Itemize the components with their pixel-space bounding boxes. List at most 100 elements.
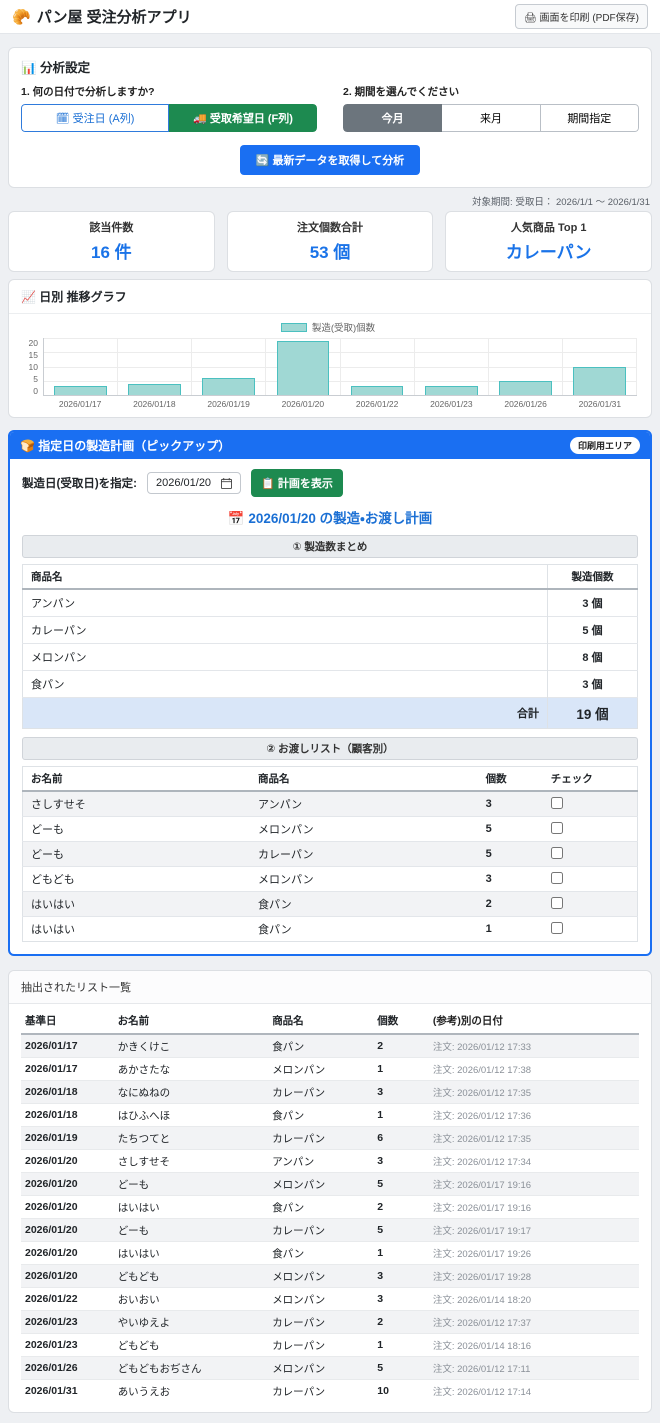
production-summary-table: 商品名 製造個数 アンパン 3 個 カレーパン 5 個 メロンパン 8 個 食パ… bbox=[22, 564, 638, 729]
handover-checkbox[interactable] bbox=[550, 796, 563, 809]
plan-date-value: 2026/01/20 bbox=[156, 477, 212, 489]
product-cell: メロンパン bbox=[250, 866, 478, 892]
product-cell: アンパン bbox=[250, 790, 478, 817]
customer-cell: はいはい bbox=[22, 916, 251, 942]
table-row: どーも カレーパン 5 bbox=[22, 841, 638, 867]
table-row: メロンパン 8 個 bbox=[22, 643, 638, 671]
summary-card-value: カレーパン bbox=[505, 243, 592, 262]
print-button-label: 画面を印刷 (PDF保存) bbox=[539, 13, 639, 24]
total-row: 合計 19 個 bbox=[22, 697, 638, 729]
bar-slot bbox=[341, 338, 415, 395]
table-row: 2026/01/31 あいうえお カレーパン 10 注文: 2026/01/12 17:… bbox=[21, 1379, 639, 1402]
qty-cell: 8 個 bbox=[547, 643, 638, 671]
chart-increasing-icon: 📈 bbox=[21, 290, 36, 304]
summary-card-top-product: 人気商品 Top 1 カレーパン bbox=[445, 211, 653, 272]
table-row: はいはい 食パン 2 bbox=[22, 891, 638, 917]
product-cell: 食パン bbox=[250, 891, 478, 917]
bar bbox=[128, 383, 181, 395]
total-qty: 19 個 bbox=[547, 697, 638, 729]
x-tick-label: 2026/01/22 bbox=[355, 399, 399, 409]
extracted-list-card: 抽出されたリスト一覧 基準日 お名前 商品名 個数 (参考)別の日付 2026/… bbox=[8, 970, 652, 1413]
app-header: 🥐 パン屋 受注分析アプリ 🖨 画面を印刷 (PDF保存) bbox=[0, 0, 660, 34]
chart-title: 📈 日別 推移グラフ bbox=[9, 280, 651, 314]
product-cell: メロンパン bbox=[22, 643, 548, 671]
extracted-list-title: 抽出されたリスト一覧 bbox=[9, 971, 651, 1004]
table-row: 2026/01/20 どーも メロンパン 5 注文: 2026/01/17 19:16 bbox=[21, 1172, 639, 1196]
bar-slot bbox=[118, 338, 193, 395]
handover-checkbox[interactable] bbox=[550, 871, 563, 884]
calendar-icon bbox=[221, 477, 233, 489]
bar bbox=[573, 366, 626, 395]
bar-slot bbox=[563, 338, 637, 395]
column-header: チェック bbox=[526, 766, 638, 792]
qty-cell: 3 bbox=[477, 790, 527, 817]
bar-slot bbox=[192, 338, 267, 395]
date-type-order-date-button[interactable]: 🗓 受注日 (A列) bbox=[21, 104, 169, 132]
x-tick-label: 2026/01/23 bbox=[430, 399, 473, 409]
show-plan-button[interactable]: 📋 計画を表示 bbox=[251, 469, 343, 497]
main-content: 📊 分析設定 1. 何の日付で分析しますか? 🗓 受注日 (A列) 🚚 受取希望… bbox=[0, 34, 660, 1423]
x-axis-labels: 2026/01/17 2026/01/18 2026/01/19 2026/01/20… bbox=[43, 399, 637, 409]
qty-cell: 3 bbox=[477, 866, 527, 892]
period-this-month-button[interactable]: 今月 bbox=[343, 104, 443, 132]
summary-card-total-qty: 注文個数合計 53 個 bbox=[226, 211, 434, 272]
column-header: 基準日 bbox=[21, 1008, 114, 1035]
period-button-group: 今月 来月 期間指定 bbox=[343, 104, 639, 132]
total-label: 合計 bbox=[22, 697, 548, 729]
analyze-button[interactable]: 🔄 最新データを取得して分析 bbox=[239, 145, 421, 175]
bar bbox=[276, 340, 330, 395]
clipboard-icon: 📋 bbox=[261, 478, 275, 490]
bar-slot bbox=[415, 338, 489, 395]
handover-checkbox[interactable] bbox=[550, 846, 563, 859]
handover-list-header: ② お渡しリスト（顧客別） bbox=[22, 737, 638, 760]
pickup-plan-card: 🍞 指定日の製造計画（ピックアップ） 印刷用エリア 製造日(受取日)を指定: 2… bbox=[8, 430, 652, 956]
product-cell: 食パン bbox=[22, 670, 548, 698]
handover-checkbox[interactable] bbox=[550, 921, 563, 934]
daily-trend-chart-card: 📈 日別 推移グラフ 製造(受取)個数 20 15 10 5 0 2026/01… bbox=[8, 279, 652, 418]
date-type-pickup-date-button[interactable]: 🚚 受取希望日 (F列) bbox=[169, 104, 317, 132]
table-row: 2026/01/20 はいはい 食パン 1 注文: 2026/01/17 19:26 bbox=[21, 1241, 639, 1265]
qty-cell: 2 bbox=[477, 891, 527, 917]
product-cell: アンパン bbox=[22, 588, 548, 617]
table-row: 2026/01/20 どーも カレーパン 5 注文: 2026/01/17 19:17 bbox=[21, 1218, 639, 1242]
extracted-list-table: 基準日 お名前 商品名 個数 (参考)別の日付 2026/01/17 かきくけこ食… bbox=[21, 1008, 639, 1402]
handover-checkbox[interactable] bbox=[550, 821, 563, 834]
product-cell: カレーパン bbox=[22, 616, 548, 644]
table-row: どもども メロンパン 3 bbox=[22, 866, 638, 892]
date-type-button-group: 🗓 受注日 (A列) 🚚 受取希望日 (F列) bbox=[21, 104, 317, 132]
summary-card-count: 該当件数 16 件 bbox=[8, 211, 215, 272]
x-tick-label: 2026/01/17 bbox=[58, 399, 102, 409]
bar bbox=[54, 386, 107, 395]
analysis-settings-title: 📊 分析設定 bbox=[21, 61, 91, 75]
x-tick-label: 2026/01/18 bbox=[133, 399, 176, 409]
refresh-icon: 🔄 bbox=[255, 155, 270, 167]
page-title: 🥐 パン屋 受注分析アプリ bbox=[12, 6, 192, 27]
table-row: 食パン 3 個 bbox=[22, 670, 638, 698]
x-tick-label: 2026/01/20 bbox=[281, 399, 325, 409]
column-header: 商品名 bbox=[250, 766, 478, 792]
column-header: 商品名 bbox=[268, 1008, 374, 1035]
printer-icon: 🖨 bbox=[524, 13, 537, 24]
table-row: アンパン 3 個 bbox=[22, 588, 638, 617]
table-row: はいはい 食パン 1 bbox=[22, 916, 638, 942]
customer-cell: はいはい bbox=[22, 891, 251, 917]
period-custom-range-button[interactable]: 期間指定 bbox=[540, 104, 639, 132]
pickup-plan-title: 🍞 指定日の製造計画（ピックアップ） bbox=[20, 439, 231, 453]
table-row: 2026/01/17 あかさたな メロンパン 1 注文: 2026/01/12 17:3… bbox=[21, 1057, 639, 1081]
product-cell: 食パン bbox=[250, 916, 478, 942]
table-row: 2026/01/23 やいゆえよ カレーパン 2 注文: 2026/01/12 17:3… bbox=[21, 1310, 639, 1334]
bread-icon: 🍞 bbox=[20, 439, 35, 453]
summary-card-label: 該当件数 bbox=[89, 222, 134, 234]
period-next-month-button[interactable]: 来月 bbox=[442, 104, 541, 132]
x-tick-label: 2026/01/19 bbox=[207, 399, 250, 409]
product-cell: メロンパン bbox=[250, 816, 478, 842]
qty-cell: 5 bbox=[477, 816, 527, 842]
handover-checkbox[interactable] bbox=[550, 896, 563, 909]
table-row: カレーパン 5 個 bbox=[22, 616, 638, 644]
print-button[interactable]: 🖨 画面を印刷 (PDF保存) bbox=[515, 4, 648, 29]
plan-date-input[interactable]: 2026/01/20 bbox=[147, 472, 242, 494]
table-row: 2026/01/18 はひふへほ 食パン 1 注文: 2026/01/12 17:36 bbox=[21, 1103, 639, 1127]
y-axis-labels: 20 15 10 5 0 bbox=[28, 338, 38, 396]
bar bbox=[424, 386, 478, 395]
target-period-note: 対象期間: 受取日： 2026/1/1 ～ 2026/1/31 bbox=[472, 197, 650, 208]
